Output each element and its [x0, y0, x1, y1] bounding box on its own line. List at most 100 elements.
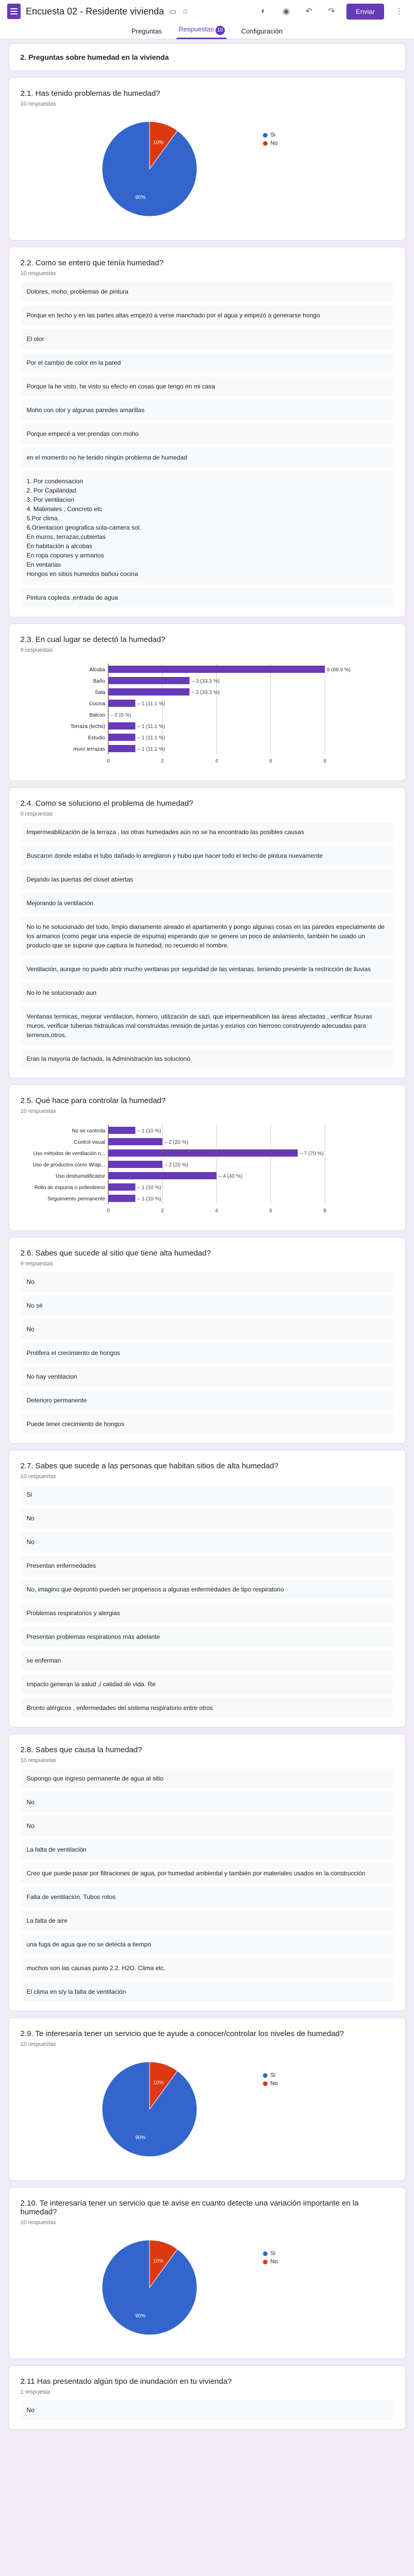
bar[interactable]	[108, 700, 136, 707]
text-response: Presentan enfermedades	[20, 1556, 394, 1575]
response-count: 9 respuestas	[20, 647, 53, 653]
bar[interactable]	[108, 1183, 136, 1191]
category-label: Rollo de espuma o poliestireno	[34, 1185, 105, 1191]
bar[interactable]	[108, 666, 325, 673]
pie-svg: 90% 10%	[102, 2240, 197, 2335]
question-title: 2.5. Qué hace para controlar la humedad?	[20, 1096, 166, 1105]
question-title: 2.4. Como se soluciono el problema de hu…	[20, 799, 193, 808]
bar[interactable]	[108, 722, 136, 730]
bar-value-label: – 3 (33.3 %)	[191, 690, 219, 696]
x-tick-label: 4	[215, 1208, 218, 1214]
bar-value-label: – 1 (11.1 %)	[137, 701, 165, 707]
bar[interactable]	[108, 688, 190, 696]
bar[interactable]	[108, 1149, 298, 1157]
tab-label: Preguntas	[131, 27, 162, 35]
legend-item[interactable]: Si	[262, 2072, 278, 2078]
pie-svg: 90% 10%	[102, 2061, 197, 2157]
text-response: Puede tener crecimiento de hongos	[20, 1414, 394, 1434]
x-tick-label: 2	[161, 758, 164, 764]
category-label: Terraza (techo)	[70, 724, 105, 730]
bar[interactable]	[108, 1172, 217, 1179]
category-label: Sala	[94, 690, 105, 696]
pie-slice-label: 90%	[135, 195, 145, 200]
question-card-2-10: 2.10. Te interesaría tener un servicio q…	[8, 2187, 406, 2359]
text-response-list: No No sé No Prolifera el crecimiento de hon…	[20, 1272, 394, 1434]
question-card-2-9: 2.9. Te interesaría tener un servicio qu…	[8, 2018, 406, 2181]
bar[interactable]	[108, 1138, 162, 1145]
text-response: No	[20, 2400, 394, 2420]
question-card-2-8: 2.8. Sabes que causa la humedad? 10 resp…	[8, 1734, 406, 2011]
tab-configuracion[interactable]: Configuración	[236, 27, 288, 39]
bar-value-label: – 2 (20 %)	[164, 1140, 188, 1145]
text-response: Eran la mayoría de fachada, la Administr…	[20, 1049, 394, 1069]
legend-item[interactable]: No	[262, 2080, 278, 2087]
bar-svg: 0 2 4 6 8 Alcoba 8 (88.9 %) Baño – 3 (33.3 %) Sal…	[70, 664, 351, 764]
bar[interactable]	[108, 1195, 136, 1202]
text-response-list: Si No No Presentan enfermedades No, imagino …	[20, 1485, 394, 1718]
preview-eye-icon[interactable]: ◉	[278, 4, 294, 19]
question-card-2-7: 2.7. Sabes que sucede a las personas que…	[8, 1450, 406, 1727]
bar[interactable]	[108, 734, 136, 741]
legend-item[interactable]: Si	[262, 132, 278, 138]
text-response: Ventilación, aunque no puedo abrir mucho…	[20, 959, 394, 979]
bar-value-label: – 3 (33.3 %)	[191, 679, 219, 684]
text-response: Porque en techo y en las partes altas em…	[20, 306, 394, 325]
bar-value-label: – 1 (10 %)	[137, 1128, 161, 1134]
forms-app-icon[interactable]	[7, 4, 21, 19]
x-tick-label: 0	[107, 1208, 110, 1214]
bar-chart: 0 2 4 6 8 Alcoba 8 (88.9 %) Baño – 3 (33.3 %) Sal…	[21, 659, 394, 771]
response-count-badge: 10	[215, 26, 225, 35]
text-response: Buscaron donde estaba el tubo dañado lo …	[20, 846, 394, 866]
bar[interactable]	[108, 745, 136, 752]
text-response: No, imagino que deprontó pueden ser prop…	[20, 1580, 394, 1599]
text-response: No lo he solucionado aun	[20, 983, 394, 1003]
undo-icon[interactable]: ↶	[301, 4, 317, 19]
tab-preguntas[interactable]: Preguntas	[126, 27, 167, 39]
legend-swatch	[262, 2251, 268, 2256]
bar[interactable]	[108, 1161, 162, 1168]
response-count: 9 respuestas	[20, 811, 53, 817]
legend-item[interactable]: Si	[262, 2250, 278, 2257]
question-card-2-2: 2.2. Como se entero que tenía humedad? 1…	[8, 247, 406, 617]
category-label: Estudio	[88, 735, 105, 741]
text-response: Prolifera el crecimiento de hongos	[20, 1343, 394, 1363]
category-label: Uso métodos de ventilación n...	[33, 1151, 105, 1157]
text-response: Pintura copleda ,entrada de agua	[20, 588, 394, 607]
text-response: No	[20, 1532, 394, 1552]
top-bar: Encuesta 02 - Residente vivienda ▭ ☆ ◐ ◉…	[0, 0, 414, 39]
responses-container: 2. Preguntas sobre humedad en la viviend…	[8, 39, 406, 2430]
more-vert-icon[interactable]: ⋮	[391, 4, 407, 19]
text-response: No	[20, 1272, 394, 1292]
text-response: Porque empecé a ver prendas con moho	[20, 424, 394, 444]
legend-item[interactable]: No	[262, 2259, 278, 2265]
text-response: La falta de ventilación	[20, 1840, 394, 1859]
text-response: 1. Por condensacion 2. Por Capilaridad 3…	[20, 471, 394, 584]
palette-icon[interactable]: ◐	[256, 4, 271, 19]
tab-respuestas[interactable]: Respuestas 10	[173, 25, 230, 39]
legend-label: Si	[270, 132, 276, 138]
tab-label: Respuestas	[178, 25, 214, 33]
send-button[interactable]: Enviar	[346, 3, 384, 20]
response-count: 10 respuestas	[20, 1108, 56, 1114]
response-count: 10 respuestas	[20, 2219, 56, 2226]
bar-value-label: – 4 (40 %)	[219, 1174, 242, 1179]
bar[interactable]	[108, 677, 190, 684]
text-response: No	[20, 1509, 394, 1528]
category-label: Control visual	[74, 1140, 105, 1145]
question-card-2-5: 2.5. Qué hace para controlar la humedad?…	[8, 1084, 406, 1231]
text-response: Impacto generan la salud ,/ calidad de v…	[20, 1674, 394, 1694]
folder-icon[interactable]: ▭	[169, 7, 176, 16]
star-icon[interactable]: ☆	[181, 7, 188, 16]
bar[interactable]	[108, 1127, 136, 1134]
legend-swatch	[262, 132, 268, 138]
response-count: 1 respuesta	[20, 2389, 50, 2395]
form-title[interactable]: Encuesta 02 - Residente vivienda	[26, 6, 164, 17]
legend-item[interactable]: No	[262, 140, 278, 146]
bar-chart: 0 2 4 6 8 No se controla – 1 (10 %) Control vis…	[21, 1121, 394, 1221]
redo-icon[interactable]: ↷	[324, 4, 339, 19]
question-title: 2.3. En cual lugar se detectó la humedad…	[20, 635, 165, 644]
question-title: 2.9. Te interesaría tener un servicio qu…	[20, 2029, 344, 2038]
section-header-card: 2. Preguntas sobre humedad en la viviend…	[8, 43, 406, 71]
category-label: Uso deshumidificador	[55, 1174, 105, 1179]
text-response: en el momento no he tenido ningún proble…	[20, 448, 394, 467]
